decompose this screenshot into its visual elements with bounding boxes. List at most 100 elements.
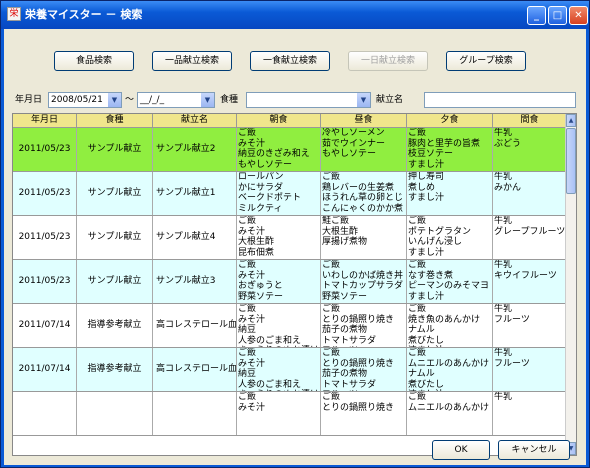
cell-snack: 牛乳 フルーツ bbox=[493, 348, 567, 391]
dish-item: とりの鍋照り焼き bbox=[322, 314, 395, 325]
dish-item: 焼き魚のあんかけ bbox=[408, 314, 481, 325]
header-dinner[interactable]: 夕食 bbox=[407, 114, 493, 128]
group-search-button[interactable]: グループ検索 bbox=[446, 51, 526, 71]
close-button[interactable]: ✕ bbox=[569, 6, 588, 25]
cell-date: 2011/07/14 bbox=[13, 304, 77, 347]
chevron-down-icon[interactable]: ▼ bbox=[357, 93, 370, 107]
cell-date: 2011/05/23 bbox=[13, 260, 77, 303]
dish-item: ご飯 bbox=[408, 260, 427, 270]
dish-item: 牛乳 bbox=[494, 128, 513, 138]
dish-item: 厚揚げ煮物 bbox=[322, 237, 368, 247]
scroll-up-icon[interactable]: ▲ bbox=[566, 114, 576, 127]
date-from-combo[interactable]: 2008/05/21 ▼ bbox=[48, 92, 122, 108]
dish-item: ほうれん草の卵とじ bbox=[322, 193, 404, 203]
menu-name-label: 献立名 bbox=[376, 95, 404, 105]
dish-item: ムニエルのあんかけ bbox=[408, 358, 490, 369]
cell-breakfast: ご飯 みそ汁 納豆のきざみ和え もやしソテー bbox=[237, 128, 321, 171]
table-row[interactable]: 2011/07/14指導参考献立高コレステロール血症1ご飯みそ汁納豆人参のごま和… bbox=[13, 304, 567, 348]
cell-name: 高コレステロール血症1 bbox=[153, 304, 237, 347]
dish-item: 茄子の煮物 bbox=[322, 325, 368, 335]
header-breakfast[interactable]: 朝食 bbox=[237, 114, 321, 128]
dish-item: とりの鍋照り焼き bbox=[322, 358, 395, 369]
window-title: 栄養マイスター － 検索 bbox=[25, 8, 143, 21]
dish-item: おぎゅうと bbox=[238, 281, 283, 291]
meal-menu-search-button[interactable]: 一食献立検索 bbox=[250, 51, 330, 71]
dish-item: フルーツ bbox=[322, 390, 406, 391]
day-menu-search-button[interactable]: 一日献立検索 bbox=[348, 51, 428, 71]
dish-item: ご飯 bbox=[408, 348, 427, 358]
cell-snack: 牛乳 グレープフルーツ bbox=[493, 216, 567, 259]
meal-type-combo[interactable]: ▼ bbox=[246, 92, 371, 108]
dish-item: ご飯 bbox=[238, 348, 257, 358]
dish-item: ミルクティ bbox=[238, 203, 283, 214]
table-row[interactable]: 2011/05/23 サンプル献立 サンプル献立1 ロールパン かにサラダ ベークドポテト… bbox=[13, 172, 567, 216]
cell-breakfast: ご飯みそ汁納豆人参のごま和えきゅうりのぬか漬け bbox=[237, 348, 321, 391]
table-row[interactable]: 2011/05/23 サンプル献立 サンプル献立4 ご飯 みそ汁 大根生酢 昆布佃煮 鮭ご飯大… bbox=[13, 216, 567, 260]
dish-item: ムニエルのあんかけ bbox=[408, 402, 490, 413]
dish-item: ご飯 bbox=[408, 304, 427, 314]
dish-item: 清まし汁 bbox=[408, 346, 492, 347]
single-menu-search-button[interactable]: 一品献立検索 bbox=[152, 51, 232, 71]
dish-item: なす巻き煮 bbox=[408, 270, 454, 281]
cell-type: サンプル献立 bbox=[77, 216, 153, 259]
dish-item: みそ汁 bbox=[238, 402, 266, 413]
ok-button[interactable]: OK bbox=[432, 440, 490, 460]
cancel-button[interactable]: キャンセル bbox=[498, 440, 570, 460]
header-snack[interactable]: 間食 bbox=[493, 114, 567, 128]
dish-item: みかん bbox=[494, 182, 522, 193]
cell-date: 2011/07/14 bbox=[13, 348, 77, 391]
cell-name: サンプル献立4 bbox=[153, 216, 237, 259]
cell-snack: 牛乳 みかん bbox=[493, 172, 567, 215]
dish-item: みそ汁 bbox=[238, 270, 266, 281]
dish-item: フルーツ bbox=[322, 346, 406, 347]
header-lunch[interactable]: 昼食 bbox=[321, 114, 407, 128]
table-row[interactable]: 2011/07/14指導参考献立高コレステロール血症1ご飯みそ汁納豆人参のごま和… bbox=[13, 348, 567, 392]
cell-type: サンプル献立 bbox=[77, 128, 153, 171]
cell-name: サンプル献立3 bbox=[153, 260, 237, 303]
app-icon: 栄 bbox=[7, 7, 21, 21]
date-label: 年月日 bbox=[15, 95, 43, 105]
menu-name-input[interactable] bbox=[424, 92, 576, 108]
chevron-down-icon[interactable]: ▼ bbox=[108, 93, 121, 107]
title-bar[interactable]: 栄 栄養マイスター － 検索 _ □ ✕ bbox=[1, 1, 589, 29]
date-to-combo[interactable]: __/_/_ ▼ bbox=[137, 92, 215, 108]
dish-item: 大根生酢 bbox=[238, 237, 275, 247]
cell-date bbox=[13, 392, 77, 435]
cell-lunch: ご飯 とりの鍋照り焼き bbox=[321, 392, 407, 435]
cell-dinner: ご飯 豚肉と里芋の旨煮 枝豆ソテー すまし汁 bbox=[407, 128, 493, 171]
cell-name: サンプル献立1 bbox=[153, 172, 237, 215]
meal-type-label: 食種 bbox=[220, 95, 239, 105]
chevron-down-icon[interactable]: ▼ bbox=[201, 93, 214, 107]
scroll-thumb[interactable] bbox=[566, 128, 576, 194]
dish-item: 煮しめ bbox=[408, 182, 436, 193]
dish-item: ご飯 bbox=[322, 304, 341, 314]
vertical-scrollbar[interactable]: ▲ ▼ bbox=[565, 114, 576, 455]
table-row[interactable]: ご飯 みそ汁 ご飯 とりの鍋照り焼き ご飯 ムニエルのあんかけ 牛乳 bbox=[13, 392, 567, 436]
dish-item: みそ汁 bbox=[238, 226, 266, 237]
cell-dinner: ご飯 なす巻き煮 ピーマンのみそマヨ すまし汁 bbox=[407, 260, 493, 303]
date-range-separator: ～ bbox=[125, 95, 135, 105]
date-from-value: 2008/05/21 bbox=[51, 95, 103, 105]
dish-item: 茹でウインナー bbox=[322, 138, 386, 149]
cell-dinner: ご飯 ポテトグラタン いんげん浸し すまし汁 bbox=[407, 216, 493, 259]
table-row[interactable]: 2011/05/23 サンプル献立 サンプル献立3 ご飯みそ汁 おぎゅうと野菜ソテー ご飯… bbox=[13, 260, 567, 304]
header-menu-name[interactable]: 献立名 bbox=[153, 114, 237, 128]
dish-item: 大根生酢 bbox=[322, 226, 359, 237]
dish-item: グレープフルーツ bbox=[494, 226, 566, 237]
header-date[interactable]: 年月日 bbox=[13, 114, 77, 128]
dish-item: ぶどう bbox=[494, 138, 522, 149]
dish-item: いんげん浸し bbox=[408, 237, 463, 247]
dish-item: ご飯 bbox=[408, 128, 427, 138]
header-meal-type[interactable]: 食種 bbox=[77, 114, 153, 128]
minimize-button[interactable]: _ bbox=[527, 6, 546, 25]
dish-item: ポテトグラタン bbox=[408, 226, 472, 237]
dish-item: キウイフルーツ bbox=[494, 270, 557, 281]
cell-date: 2011/05/23 bbox=[13, 128, 77, 171]
food-search-button[interactable]: 食品検索 bbox=[54, 51, 134, 71]
cell-dinner: ご飯ムニエルのあんかけナムル煮びたし清まし汁 bbox=[407, 348, 493, 391]
cell-type: サンプル献立 bbox=[77, 260, 153, 303]
table-row[interactable]: 2011/05/23 サンプル献立 サンプル献立2 ご飯 みそ汁 納豆のきざみ和え もやしソ… bbox=[13, 128, 567, 172]
cell-name: 高コレステロール血症1 bbox=[153, 348, 237, 391]
maximize-button[interactable]: □ bbox=[548, 6, 567, 25]
dish-item: 野菜ソテー bbox=[322, 291, 368, 302]
